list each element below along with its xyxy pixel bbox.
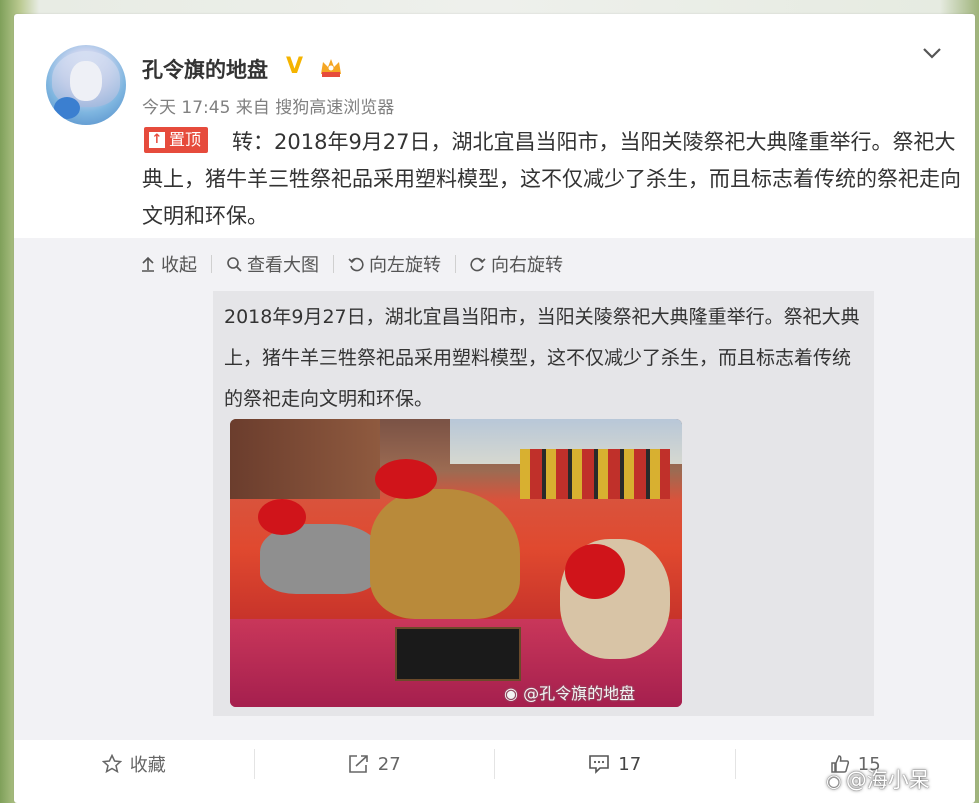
- photo-temple-wall: [230, 419, 380, 499]
- post-photo[interactable]: [230, 419, 682, 707]
- page-watermark: ◉ @海小呆: [826, 764, 930, 794]
- search-icon: [227, 257, 242, 272]
- photo-red-flower: [258, 499, 306, 535]
- collapse-button[interactable]: 收起: [140, 251, 211, 277]
- comment-count: 17: [618, 753, 642, 775]
- repost-button[interactable]: 27: [255, 754, 495, 775]
- collapse-label: 收起: [161, 255, 197, 276]
- comment-icon: [589, 755, 610, 774]
- star-icon: [101, 754, 122, 774]
- photo-ox-model: [370, 489, 520, 619]
- post-body: 转：2018年9月27日，湖北宜昌当阳市，当阳关陵祭祀大典隆重举行。祭祀大典上，…: [142, 130, 961, 228]
- weibo-logo-icon: ◉: [826, 771, 842, 792]
- view-large-button[interactable]: 查看大图: [212, 251, 333, 277]
- avatar-face: [70, 61, 102, 101]
- share-icon: [348, 755, 368, 773]
- favorite-button[interactable]: 收藏: [14, 751, 254, 777]
- avatar-flower: [54, 97, 80, 119]
- rotate-left-label: 向左旋转: [369, 255, 441, 276]
- member-crown-icon[interactable]: [319, 56, 343, 78]
- photo-ceremony-crowd: [520, 449, 670, 499]
- repost-count: 27: [377, 753, 401, 775]
- user-avatar[interactable]: [46, 45, 126, 125]
- comment-button[interactable]: 17: [495, 754, 735, 775]
- arrow-up-icon: [142, 256, 154, 272]
- photo-red-flower: [375, 459, 437, 499]
- chevron-down-icon[interactable]: [921, 42, 943, 64]
- media-toolbar: 收起 查看大图 向左旋转 向右旋转: [140, 250, 577, 278]
- rotate-left-icon: [348, 257, 364, 272]
- photo-watermark-text: @孔令旗的地盘: [523, 684, 636, 703]
- verified-badge-icon[interactable]: V: [286, 54, 303, 79]
- weibo-post-card: 孔令旗的地盘 V 今天 17:45 来自 搜狗高速浏览器 ↑ 置顶 转：2018…: [14, 14, 975, 803]
- rotate-right-label: 向右旋转: [491, 255, 563, 276]
- original-post-text: 2018年9月27日，湖北宜昌当阳市，当阳关陵祭祀大典隆重举行。祭祀大典上，猪牛…: [224, 306, 860, 410]
- view-large-label: 查看大图: [247, 255, 319, 276]
- rotate-left-button[interactable]: 向左旋转: [334, 251, 455, 277]
- post-text: 转：2018年9月27日，湖北宜昌当阳市，当阳关陵祭祀大典隆重举行。祭祀大典上，…: [142, 124, 962, 235]
- photo-watermark: ◉ @孔令旗的地盘: [504, 680, 635, 704]
- post-meta: 今天 17:45 来自 搜狗高速浏览器: [142, 98, 395, 118]
- weibo-logo-icon: ◉: [504, 684, 518, 703]
- photo-red-flower: [565, 544, 625, 599]
- photo-redacted-plaque: [395, 627, 521, 681]
- rotate-right-button[interactable]: 向右旋转: [456, 251, 577, 277]
- rotate-right-icon: [470, 257, 486, 272]
- user-nickname[interactable]: 孔令旗的地盘: [142, 54, 268, 84]
- page-watermark-text: @海小呆: [845, 768, 930, 792]
- favorite-label: 收藏: [129, 755, 166, 776]
